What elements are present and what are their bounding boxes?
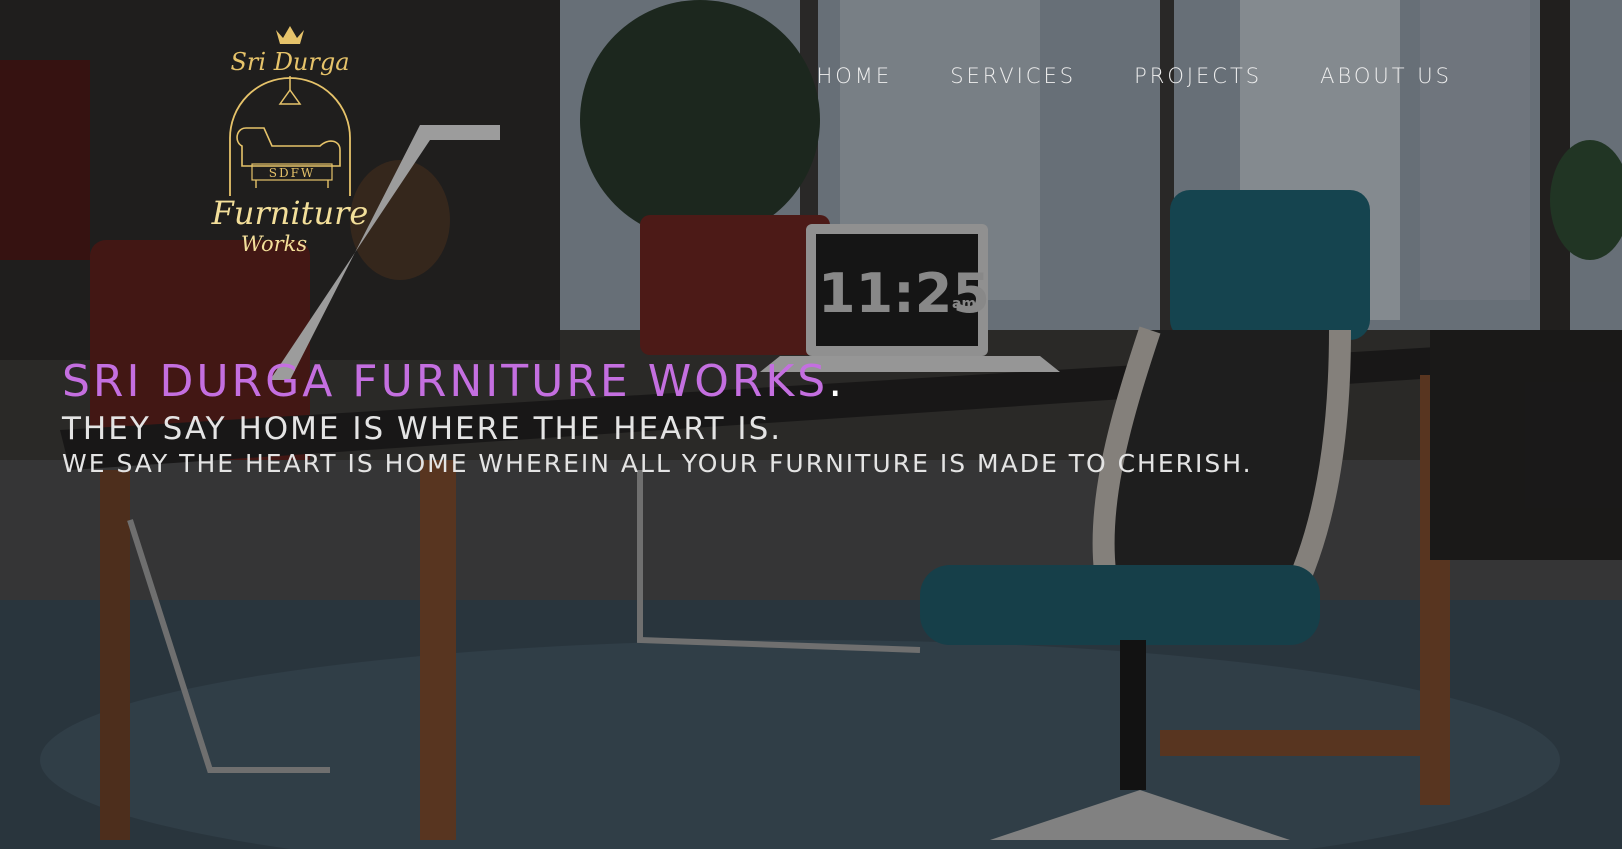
lamp-icon — [278, 88, 302, 105]
logo-sub-text: Works — [241, 232, 308, 256]
hero-title: SRI DURGA FURNITURE WORKS. — [62, 360, 1253, 404]
main-navigation: HOME SERVICES PROJECTS ABOUT US — [816, 64, 1452, 88]
hero-text: SRI DURGA FURNITURE WORKS. THEY SAY HOME… — [62, 360, 1253, 478]
nav-about-us[interactable]: ABOUT US — [1320, 64, 1452, 88]
crown-icon — [276, 26, 304, 44]
logo-main-text: Furniture — [211, 194, 369, 232]
hero-title-period: . — [828, 356, 846, 407]
nav-services[interactable]: SERVICES — [950, 64, 1076, 88]
hero-tagline-primary: THEY SAY HOME IS WHERE THE HEART IS. — [62, 411, 783, 447]
sofa-icon — [236, 127, 341, 167]
nav-projects[interactable]: PROJECTS — [1134, 64, 1262, 88]
hero-tagline-secondary: WE SAY THE HEART IS HOME WHEREIN ALL YOU… — [62, 449, 1253, 478]
site-logo[interactable]: Sri Durga SDFW Furniture Works — [200, 18, 380, 268]
logo-top-text: Sri Durga — [230, 48, 349, 76]
logo-monogram: SDFW — [269, 166, 316, 180]
nav-home[interactable]: HOME — [816, 64, 892, 88]
hero-section: 11:25 am Sri Durga SDFW Furniture Works … — [0, 0, 1622, 849]
hero-title-text: SRI DURGA FURNITURE WORKS — [62, 356, 829, 407]
